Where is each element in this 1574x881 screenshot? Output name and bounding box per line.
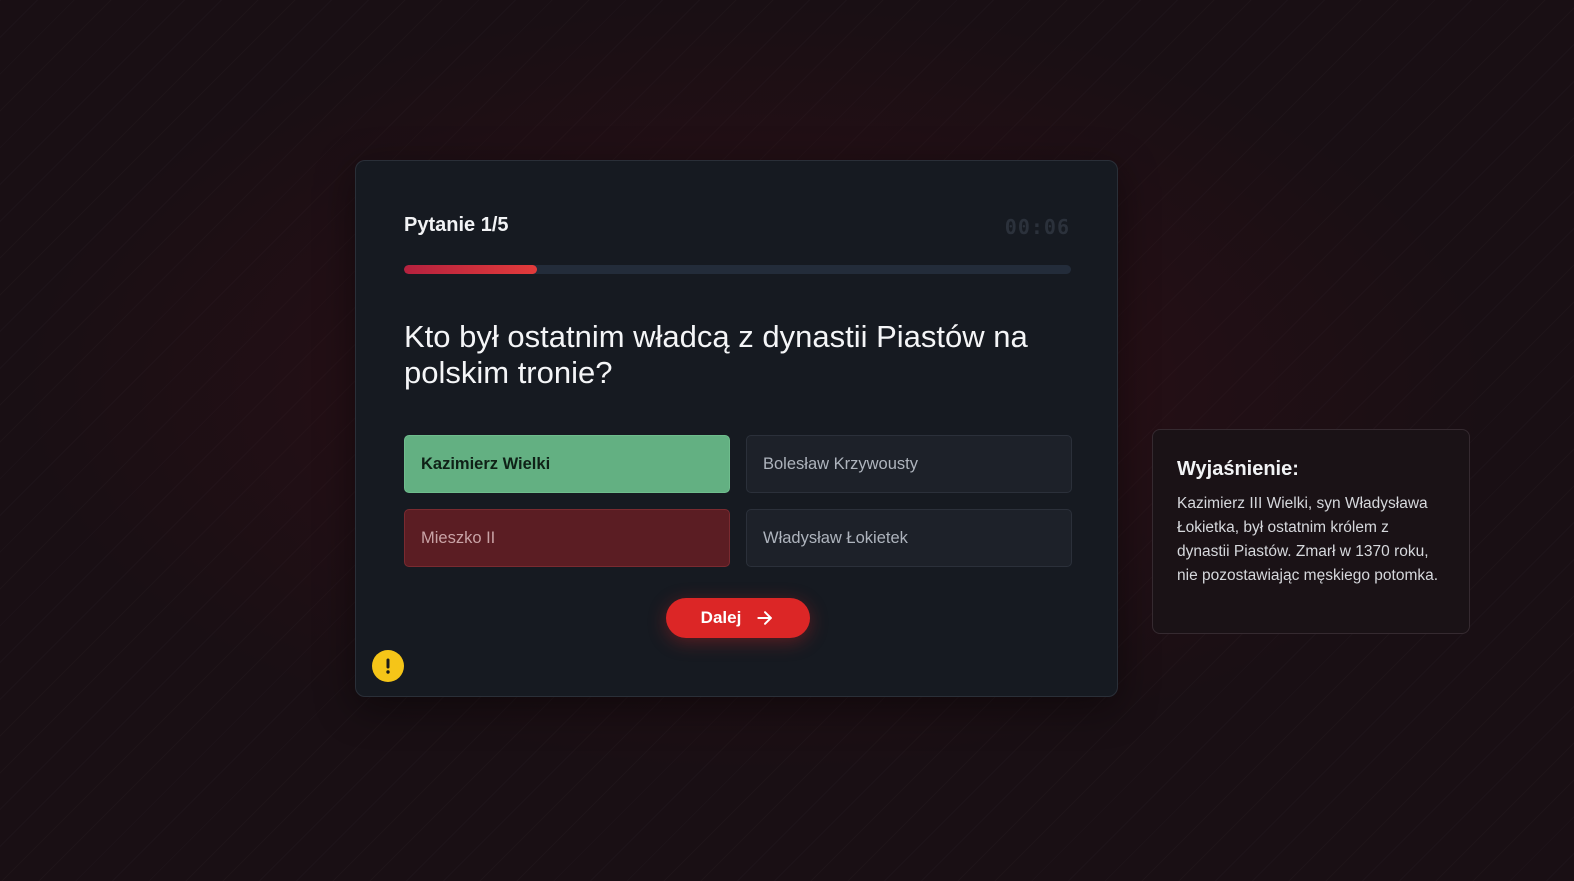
progress-bar-fill <box>404 265 538 274</box>
question-text: Kto był ostatnim władcą z dynastii Piast… <box>404 319 1028 390</box>
next-button-label: Dalej <box>700 608 742 627</box>
answer-option-wrong[interactable]: Mieszko II <box>404 509 730 567</box>
report-button[interactable] <box>372 650 404 682</box>
quiz-card: Pytanie 1/5 00:06 Kto był ostatnim władc… <box>355 160 1118 697</box>
explanation-text: Kazimierz III Wielki, syn Władysława Łok… <box>1177 495 1439 584</box>
next-button[interactable]: Dalej <box>666 598 810 638</box>
exclamation-icon <box>386 658 390 674</box>
explanation-title: Wyjaśnienie: <box>1177 458 1299 480</box>
answer-option[interactable]: Władysław Łokietek <box>746 509 1072 567</box>
explanation-panel: Wyjaśnienie: Kazimierz III Wielki, syn W… <box>1152 429 1470 634</box>
answer-option-correct[interactable]: Kazimierz Wielki <box>404 435 730 493</box>
answer-option[interactable]: Bolesław Krzywousty <box>746 435 1072 493</box>
question-counter: Pytanie 1/5 <box>404 214 509 236</box>
arrow-right-icon <box>757 611 773 625</box>
timer: 00:06 <box>1004 215 1070 239</box>
progress-bar <box>404 265 1071 274</box>
